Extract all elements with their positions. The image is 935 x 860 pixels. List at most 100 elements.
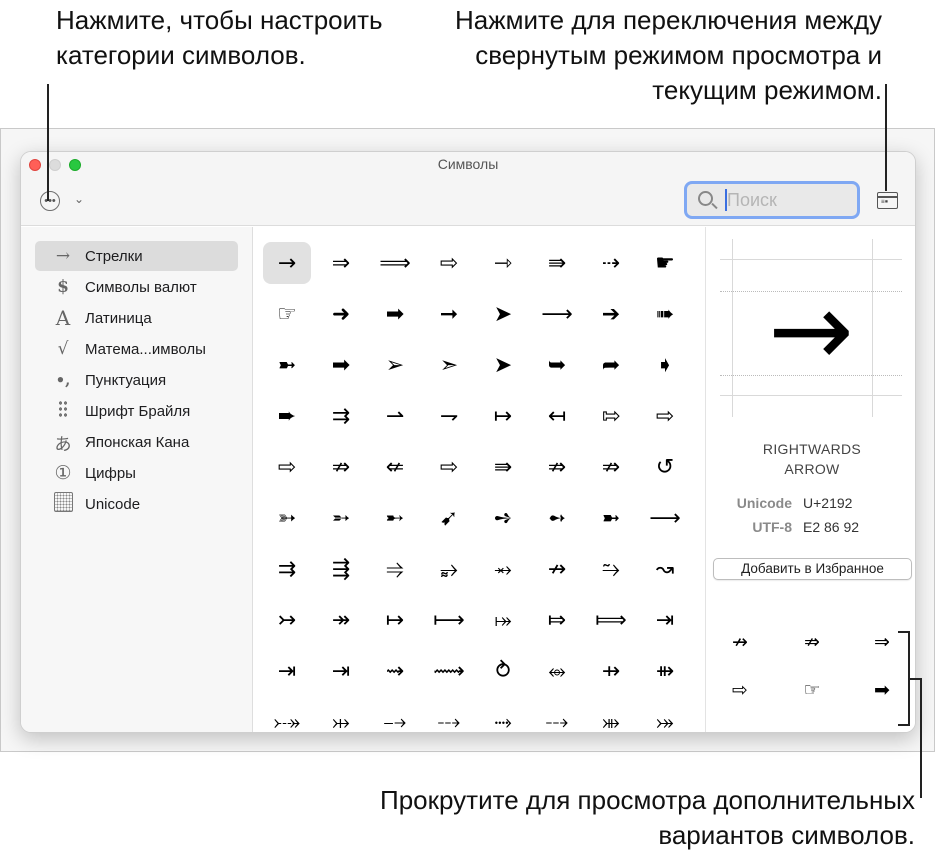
symbol-cell[interactable]: ⤍: [371, 701, 419, 733]
symbol-cell[interactable]: ⇥: [641, 599, 689, 641]
symbol-cell[interactable]: ☞: [263, 293, 311, 335]
symbol-cell[interactable]: ➵: [317, 497, 365, 539]
sidebar-item-math[interactable]: √ Матема...имволы: [35, 334, 238, 364]
symbol-cell[interactable]: ↺: [641, 446, 689, 488]
add-to-favorites-button[interactable]: Добавить в Избранное: [713, 558, 912, 580]
symbol-cell[interactable]: ⇾: [479, 242, 527, 284]
window-toggle-icon[interactable]: ≡▪: [877, 192, 898, 209]
symbol-cell[interactable]: ⥁: [479, 650, 527, 692]
symbol-cell[interactable]: ⟼: [425, 599, 473, 641]
symbol-cell[interactable]: ☛: [641, 242, 689, 284]
variant-glyph[interactable]: ⇨: [720, 673, 760, 707]
sidebar-item-arrows[interactable]: → Стрелки: [35, 241, 238, 271]
symbol-cell[interactable]: →: [263, 242, 311, 284]
symbol-cell[interactable]: ⇏: [533, 446, 581, 488]
symbol-cell[interactable]: ➼: [263, 344, 311, 386]
symbol-cell[interactable]: ⥵: [425, 548, 473, 590]
symbol-cell[interactable]: ↛: [533, 548, 581, 590]
symbol-cell[interactable]: ↦: [479, 395, 527, 437]
symbol-cell[interactable]: ⤏: [533, 701, 581, 733]
symbol-cell[interactable]: ➡: [371, 293, 419, 335]
symbol-cell[interactable]: ⇛: [533, 242, 581, 284]
symbol-cell[interactable]: ⇰: [587, 395, 635, 437]
sidebar-item-latin[interactable]: A Латиница: [35, 303, 238, 333]
sidebar-item-punctuation[interactable]: •, Пунктуация: [35, 365, 238, 395]
symbol-cell[interactable]: ⇁: [425, 395, 473, 437]
symbol-cell[interactable]: ➹: [425, 497, 473, 539]
symbol-cell[interactable]: ➻: [533, 497, 581, 539]
symbol-cell[interactable]: ⥲: [587, 548, 635, 590]
symbol-cell[interactable]: ➨: [263, 395, 311, 437]
symbol-cell[interactable]: ➼: [587, 497, 635, 539]
chevron-down-icon[interactable]: ⌄: [74, 192, 84, 206]
symbol-cell[interactable]: ⤕: [587, 701, 635, 733]
sidebar-item-kana[interactable]: あ Японская Кана: [35, 427, 238, 457]
symbol-cell[interactable]: ⥇: [479, 548, 527, 590]
variant-glyph[interactable]: ⇏: [792, 625, 832, 659]
symbol-cell[interactable]: ➤: [479, 344, 527, 386]
symbol-cell[interactable]: ↣: [263, 599, 311, 641]
ellipsis-circle-icon[interactable]: •••: [40, 191, 60, 211]
symbol-cell[interactable]: ⟶: [533, 293, 581, 335]
symbol-cell[interactable]: ⇛: [479, 446, 527, 488]
symbol-cell[interactable]: ⇉: [317, 395, 365, 437]
symbol-cell[interactable]: ⇀: [371, 395, 419, 437]
symbol-cell[interactable]: ➤: [479, 293, 527, 335]
sidebar-item-braille[interactable]: Шрифт Брайля: [35, 396, 238, 426]
symbol-cell[interactable]: ⤏: [425, 701, 473, 733]
symbol-cell[interactable]: ⟹: [371, 242, 419, 284]
symbol-cell[interactable]: ⇨: [425, 446, 473, 488]
symbol-cell[interactable]: ⥤: [371, 548, 419, 590]
symbol-cell[interactable]: ⇨: [641, 395, 689, 437]
search-input[interactable]: [727, 187, 847, 213]
symbol-cell[interactable]: ⇒: [317, 242, 365, 284]
symbol-cell[interactable]: ➳: [263, 497, 311, 539]
symbol-cell[interactable]: ➜: [317, 293, 365, 335]
symbol-cell[interactable]: ⤇: [533, 599, 581, 641]
symbol-cell[interactable]: ⤅: [479, 599, 527, 641]
symbol-cell[interactable]: ⇉: [263, 548, 311, 590]
variant-glyph[interactable]: ☞: [792, 673, 832, 707]
symbol-cell[interactable]: ⤐: [263, 701, 311, 733]
symbol-cell[interactable]: ⇍: [371, 446, 419, 488]
symbol-cell[interactable]: ⟾: [587, 599, 635, 641]
symbol-cell[interactable]: ⥈: [533, 650, 581, 692]
symbol-cell[interactable]: ➡: [317, 344, 365, 386]
symbol-cell[interactable]: ⇶: [317, 548, 365, 590]
symbol-cell[interactable]: ⇥: [317, 650, 365, 692]
symbol-cell[interactable]: ⇝: [371, 650, 419, 692]
symbol-cell[interactable]: ➥: [533, 344, 581, 386]
symbol-cell[interactable]: ➣: [425, 344, 473, 386]
symbol-cell[interactable]: ➠: [641, 293, 689, 335]
symbol-cell[interactable]: ⇸: [587, 650, 635, 692]
symbol-cell[interactable]: ⇨: [263, 446, 311, 488]
symbol-cell[interactable]: ⇏: [317, 446, 365, 488]
symbol-cell[interactable]: ⤖: [641, 701, 689, 733]
symbol-cell[interactable]: ➔: [587, 293, 635, 335]
symbol-cell[interactable]: ↠: [317, 599, 365, 641]
sidebar-item-unicode[interactable]: Unicode: [35, 489, 238, 519]
symbol-cell[interactable]: ⇏: [587, 446, 635, 488]
symbol-cell[interactable]: ⟶: [641, 497, 689, 539]
symbol-cell[interactable]: ➸: [371, 497, 419, 539]
symbol-cell[interactable]: ↦: [371, 599, 419, 641]
symbol-cell[interactable]: ↤: [533, 395, 581, 437]
symbol-cell[interactable]: ➢: [371, 344, 419, 386]
sidebar-item-currency[interactable]: $ Символы валют: [35, 272, 238, 302]
symbol-cell[interactable]: ↝: [641, 548, 689, 590]
search-field[interactable]: [684, 181, 860, 219]
variant-glyph[interactable]: ↛: [720, 625, 760, 659]
symbol-cell[interactable]: ➺: [479, 497, 527, 539]
symbol-cell[interactable]: ⇨: [425, 242, 473, 284]
sidebar-item-digits[interactable]: ① Цифры: [35, 458, 238, 488]
symbol-cell[interactable]: ➧: [641, 344, 689, 386]
symbol-cell[interactable]: ➦: [587, 344, 635, 386]
symbol-cell[interactable]: ⟿: [425, 650, 473, 692]
symbol-cell[interactable]: ⤑: [479, 701, 527, 733]
symbol-cell[interactable]: ➞: [425, 293, 473, 335]
symbol-cell[interactable]: ⇢: [587, 242, 635, 284]
symbol-cell[interactable]: ⤔: [317, 701, 365, 733]
symbol-cell[interactable]: ⇻: [641, 650, 689, 692]
variant-glyph[interactable]: ⇒: [862, 625, 902, 659]
variant-glyph[interactable]: ➡: [862, 673, 902, 707]
